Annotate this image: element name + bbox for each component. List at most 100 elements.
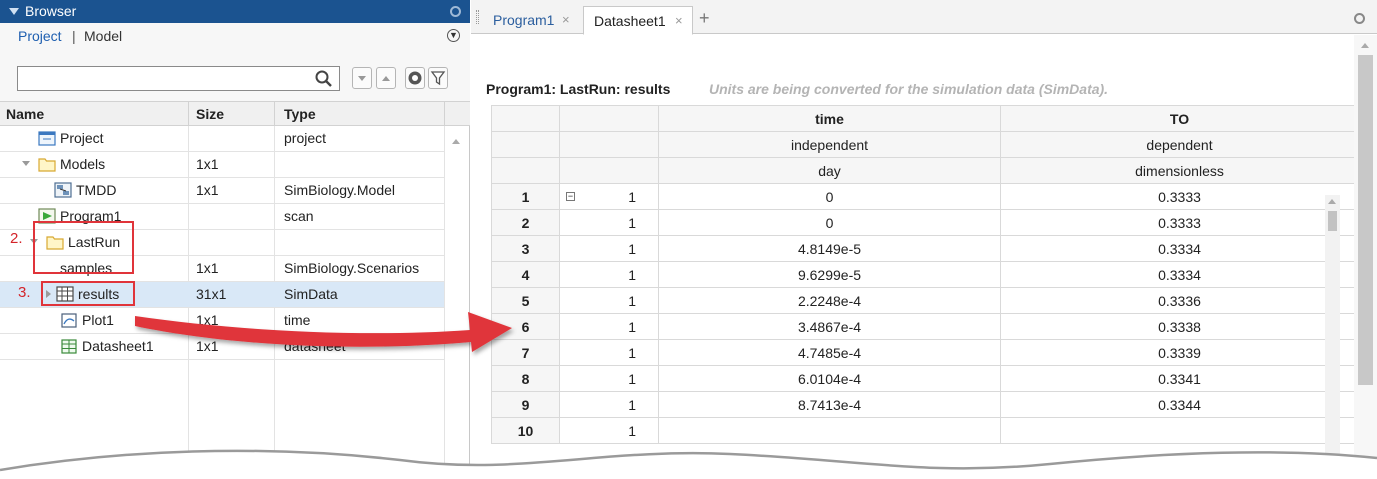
- tab-program1[interactable]: Program1 ×: [483, 6, 581, 34]
- scroll-thumb[interactable]: [1358, 55, 1373, 385]
- settings-button[interactable]: [405, 67, 425, 89]
- page-scrollbar[interactable]: [1354, 35, 1377, 479]
- tree-size: 1x1: [196, 312, 219, 328]
- tree-row-project[interactable]: Project project: [0, 126, 444, 152]
- tree-row-models[interactable]: Models 1x1: [0, 152, 444, 178]
- table-row[interactable]: 5 1 2.2248e-4 0.3336: [491, 287, 1359, 314]
- table-row[interactable]: 2 1 0 0.3333: [491, 209, 1359, 236]
- cell-to: 0.3333: [1000, 183, 1359, 210]
- browser-search-bar: [0, 49, 470, 101]
- step-2-label: 2.: [10, 230, 23, 247]
- cell-to: [1000, 417, 1359, 444]
- cell-time: 2.2248e-4: [658, 287, 1001, 314]
- column-header-type[interactable]: Type: [284, 106, 316, 122]
- column-header-size[interactable]: Size: [196, 106, 224, 122]
- step-3-label: 3.: [18, 284, 31, 301]
- tree-size: 1x1: [196, 156, 219, 172]
- browser-view-links: Project | Model ▼: [0, 23, 470, 49]
- options-menu-icon[interactable]: ▼: [447, 29, 460, 42]
- scroll-up-icon[interactable]: [1328, 199, 1336, 204]
- cell-time: 3.4867e-4: [658, 313, 1001, 340]
- table-row[interactable]: 7 1 4.7485e-4 0.3339: [491, 339, 1359, 366]
- filter-button[interactable]: [428, 67, 448, 89]
- find-previous-button[interactable]: [376, 67, 396, 89]
- column-role-to: dependent: [1000, 131, 1359, 158]
- tree-row-datasheet1[interactable]: Datasheet1 1x1 datasheet: [0, 334, 444, 360]
- group-value: 1: [559, 391, 659, 418]
- header-row-name: time TO: [491, 105, 1359, 132]
- group-value: 1: [559, 287, 659, 314]
- table-row[interactable]: 6 1 3.4867e-4 0.3338: [491, 313, 1359, 340]
- table-row[interactable]: 3 1 4.8149e-5 0.3334: [491, 235, 1359, 262]
- tree-name: Plot1: [82, 312, 114, 328]
- tab-datasheet1[interactable]: Datasheet1 ×: [583, 6, 693, 35]
- cell-to: 0.3338: [1000, 313, 1359, 340]
- cell-time: [658, 417, 1001, 444]
- column-header-name[interactable]: Name: [6, 106, 44, 122]
- table-row[interactable]: 4 1 9.6299e-5 0.3334: [491, 261, 1359, 288]
- tree-column-headers: Name Size Type: [0, 101, 470, 126]
- close-icon[interactable]: ×: [562, 12, 570, 27]
- tree-type: scan: [284, 208, 314, 224]
- tree-size: 1x1: [196, 260, 219, 276]
- link-separator: |: [72, 28, 76, 44]
- down-arrow-icon: [358, 76, 366, 81]
- row-number: 9: [491, 391, 560, 418]
- row-number: 4: [491, 261, 560, 288]
- tabs-menu-icon[interactable]: [1354, 13, 1365, 24]
- panel-menu-icon[interactable]: [450, 6, 461, 17]
- add-tab-button[interactable]: +: [699, 8, 710, 29]
- plot-icon: [61, 313, 77, 328]
- cell-to: 0.3334: [1000, 235, 1359, 262]
- group-value: 1: [559, 313, 659, 340]
- cell-time: 9.6299e-5: [658, 261, 1001, 288]
- close-icon[interactable]: ×: [675, 13, 683, 28]
- datasheet-area: Program1: LastRun: results Units are bei…: [471, 35, 1377, 479]
- row-number: 10: [491, 417, 560, 444]
- table-scrollbar[interactable]: [1325, 195, 1340, 479]
- group-value: 1: [559, 365, 659, 392]
- row-number: 1: [491, 183, 560, 210]
- group-value: 1: [628, 188, 636, 205]
- group-value: 1: [559, 235, 659, 262]
- column-name-time[interactable]: time: [658, 105, 1001, 132]
- row-number: 2: [491, 209, 560, 236]
- scroll-up-icon[interactable]: [1361, 43, 1369, 48]
- tree-row-tmdd[interactable]: TMDD 1x1 SimBiology.Model: [0, 178, 444, 204]
- row-number: 6: [491, 313, 560, 340]
- project-link[interactable]: Project: [18, 28, 62, 44]
- cell-time: 0: [658, 209, 1001, 236]
- find-next-button[interactable]: [352, 67, 372, 89]
- search-icon[interactable]: [314, 69, 334, 89]
- expand-toggle-icon[interactable]: [22, 161, 30, 166]
- search-input[interactable]: [17, 66, 340, 91]
- tab-grip-icon[interactable]: [476, 10, 479, 24]
- browser-titlebar[interactable]: Browser: [0, 0, 470, 23]
- tree-type: SimBiology.Scenarios: [284, 260, 420, 276]
- column-name-to[interactable]: TO: [1000, 105, 1359, 132]
- tree-type: time: [284, 312, 311, 328]
- table-row[interactable]: 9 1 8.7413e-4 0.3344: [491, 391, 1359, 418]
- tree-type: datasheet: [284, 338, 346, 354]
- highlight-program1-lastrun: [33, 221, 134, 274]
- cell-to: 0.3339: [1000, 339, 1359, 366]
- folder-icon: [38, 158, 56, 172]
- row-number: 3: [491, 235, 560, 262]
- model-link[interactable]: Model: [84, 28, 122, 44]
- column-role-time: independent: [658, 131, 1001, 158]
- cell-to: 0.3341: [1000, 365, 1359, 392]
- column-unit-to: dimensionless: [1000, 157, 1359, 184]
- collapse-group-icon[interactable]: −: [566, 192, 575, 201]
- cell-time: 4.7485e-4: [658, 339, 1001, 366]
- table-row[interactable]: 8 1 6.0104e-4 0.3341: [491, 365, 1359, 392]
- tree-name: Datasheet1: [82, 338, 154, 354]
- cell-time: 8.7413e-4: [658, 391, 1001, 418]
- cell-to: 0.3334: [1000, 261, 1359, 288]
- scroll-thumb[interactable]: [1328, 211, 1337, 231]
- table-row[interactable]: 1 −1 0 0.3333: [491, 183, 1359, 210]
- tree-row-plot1[interactable]: Plot1 1x1 time: [0, 308, 444, 334]
- table-row[interactable]: 10 1: [491, 417, 1359, 444]
- group-value: 1: [559, 339, 659, 366]
- tree-size: 1x1: [196, 338, 219, 354]
- collapse-triangle-icon[interactable]: [9, 8, 19, 15]
